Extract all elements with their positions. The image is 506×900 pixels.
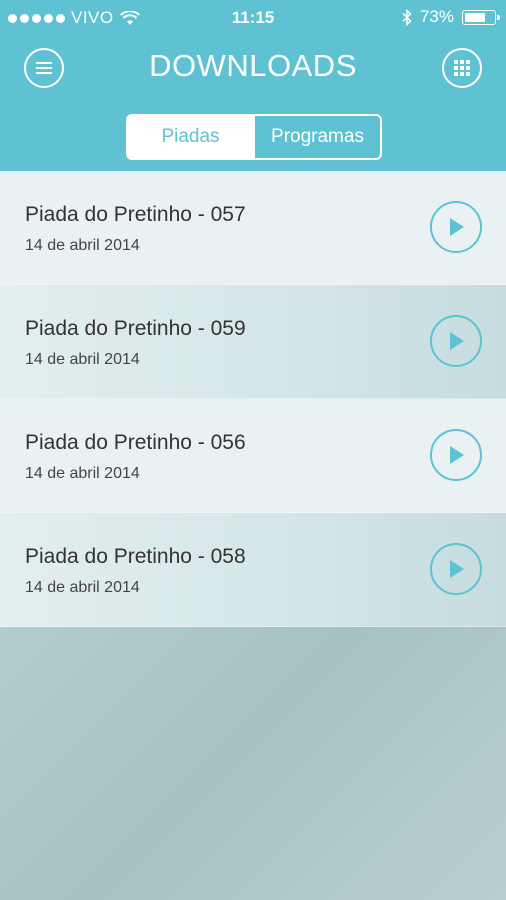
tab-programas[interactable]: Programas	[253, 116, 380, 158]
item-date: 14 de abril 2014	[25, 579, 140, 596]
segmented-control: Piadas Programas	[126, 114, 382, 160]
play-icon	[450, 332, 464, 350]
bluetooth-icon	[402, 8, 412, 26]
status-bar: VIVO 11:15 73%	[0, 0, 506, 34]
list-item[interactable]: Piada do Pretinho - 057 14 de abril 2014	[0, 171, 506, 285]
play-button[interactable]	[430, 315, 482, 367]
play-icon	[450, 218, 464, 236]
tab-piadas[interactable]: Piadas	[128, 116, 253, 158]
item-date: 14 de abril 2014	[25, 351, 140, 368]
item-title: Piada do Pretinho - 059	[25, 317, 246, 340]
list-item[interactable]: Piada do Pretinho - 056 14 de abril 2014	[0, 399, 506, 513]
play-icon	[450, 560, 464, 578]
play-button[interactable]	[430, 543, 482, 595]
page-title: DOWNLOADS	[149, 48, 357, 83]
status-right: 73%	[402, 7, 500, 27]
item-date: 14 de abril 2014	[25, 237, 140, 254]
battery-icon	[462, 9, 500, 25]
downloads-list: Piada do Pretinho - 057 14 de abril 2014…	[0, 171, 506, 627]
item-title: Piada do Pretinho - 057	[25, 203, 246, 226]
battery-level	[465, 12, 485, 22]
play-button[interactable]	[430, 429, 482, 481]
grid-icon	[454, 60, 470, 76]
battery-percentage: 73%	[419, 7, 454, 26]
app-header: VIVO 11:15 73% DOWNLOADS Piadas Programa…	[0, 0, 506, 171]
list-item[interactable]: Piada do Pretinho - 059 14 de abril 2014	[0, 285, 506, 399]
item-title: Piada do Pretinho - 056	[25, 431, 246, 454]
grid-menu-button[interactable]	[442, 48, 482, 88]
list-item[interactable]: Piada do Pretinho - 058 14 de abril 2014	[0, 513, 506, 627]
item-title: Piada do Pretinho - 058	[25, 545, 246, 568]
play-button[interactable]	[430, 201, 482, 253]
play-icon	[450, 446, 464, 464]
item-date: 14 de abril 2014	[25, 465, 140, 482]
